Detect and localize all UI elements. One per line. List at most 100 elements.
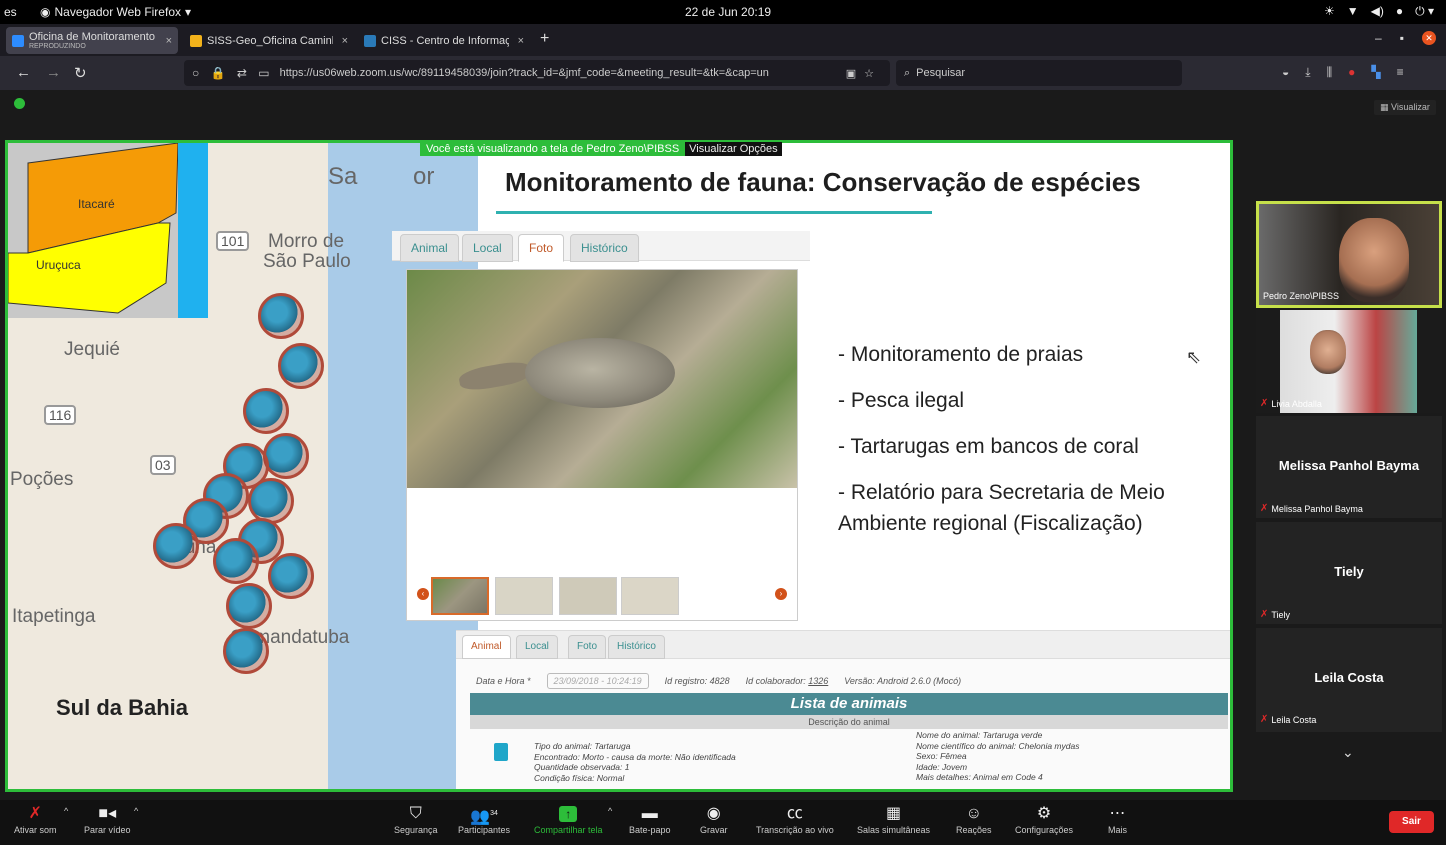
form-tab-foto[interactable]: Foto bbox=[568, 635, 607, 659]
forward-button[interactable]: → bbox=[46, 64, 61, 81]
reactions-button[interactable]: ☺ Reações bbox=[956, 803, 992, 835]
reader-bookmark-icons[interactable]: ▣☆ bbox=[846, 67, 890, 80]
record-button[interactable]: ◉ Gravar bbox=[700, 803, 728, 835]
breakout-rooms-button[interactable]: ▦ Salas simultâneas bbox=[857, 803, 930, 835]
more-button[interactable]: ⋯ Mais bbox=[1108, 803, 1127, 835]
chevron-up-icon[interactable]: ^ bbox=[608, 806, 612, 816]
map-pin-icon[interactable] bbox=[258, 293, 304, 339]
minimize-button[interactable]: – bbox=[1375, 31, 1382, 45]
tab-historico[interactable]: Histórico bbox=[570, 234, 639, 262]
view-options-button[interactable]: Visualizar Opções bbox=[685, 142, 782, 156]
close-icon[interactable]: × bbox=[518, 35, 524, 47]
tab-local[interactable]: Local bbox=[462, 234, 513, 262]
next-photo-button[interactable]: › bbox=[775, 588, 787, 600]
turtle-photo[interactable] bbox=[407, 270, 797, 488]
bullet-item: - Tartarugas em bancos de coral bbox=[838, 435, 1139, 458]
close-icon[interactable]: × bbox=[166, 35, 172, 47]
people-icon: 👥34 bbox=[470, 808, 498, 826]
tab-animal[interactable]: Animal bbox=[400, 234, 459, 262]
participant-tile[interactable]: Tiely ✗ Tiely bbox=[1256, 522, 1442, 624]
photo-thumbnail[interactable] bbox=[431, 577, 489, 615]
pocket-icon[interactable]: ◒ bbox=[1282, 65, 1289, 80]
road-shield-116: 116 bbox=[44, 405, 77, 425]
reload-button[interactable]: ↻ bbox=[74, 64, 87, 82]
road-shield-101: 101 bbox=[216, 231, 250, 251]
photo-thumbnail[interactable] bbox=[559, 577, 617, 615]
maximize-button[interactable]: ▪ bbox=[1400, 31, 1404, 45]
gear-icon: ⚙ bbox=[1036, 805, 1052, 822]
menu-icon[interactable]: ≡ bbox=[1397, 65, 1404, 80]
participant-tile[interactable]: ✗ Livia Abdalla bbox=[1256, 310, 1442, 413]
photo-card: ‹ › bbox=[406, 269, 798, 621]
map-pin-icon[interactable] bbox=[263, 433, 309, 479]
form-tab-local[interactable]: Local bbox=[516, 635, 558, 659]
tab-siss-geo[interactable]: SISS-Geo_Oficina Caminh × bbox=[184, 27, 354, 54]
language-indicator[interactable]: es bbox=[4, 5, 17, 19]
url-bar[interactable]: ○ 🔒 ⇄ ▭ https://us06web.zoom.us/wc/89119… bbox=[184, 60, 890, 86]
chat-button[interactable]: ▬ Bate-papo bbox=[629, 803, 671, 835]
form-tab-animal[interactable]: Animal bbox=[462, 635, 511, 659]
prev-photo-button[interactable]: ‹ bbox=[417, 588, 429, 600]
transcription-button[interactable]: ㏄ Transcrição ao vivo bbox=[756, 803, 834, 835]
clock[interactable]: 22 de Jun 20:19 bbox=[685, 5, 771, 19]
security-button[interactable]: ⛉ Segurança bbox=[394, 803, 438, 835]
chevron-up-icon[interactable]: ^ bbox=[64, 806, 68, 816]
participant-tile[interactable]: Leila Costa ✗ Leila Costa bbox=[1256, 628, 1442, 732]
map-pin-icon[interactable] bbox=[153, 523, 199, 569]
mute-button[interactable]: ✗ Ativar som bbox=[14, 803, 57, 835]
collaborator-label: Id colaborador: bbox=[745, 676, 806, 686]
chevron-up-icon[interactable]: ^ bbox=[134, 806, 138, 816]
map-pin-icon[interactable] bbox=[223, 628, 269, 674]
tab-title: Oficina de Monitoramento bbox=[29, 31, 155, 43]
photo-thumbnail[interactable] bbox=[621, 577, 679, 615]
tab-foto[interactable]: Foto bbox=[518, 234, 565, 262]
view-button[interactable]: ▦ Visualizar bbox=[1374, 100, 1436, 115]
map-pin-icon[interactable] bbox=[213, 538, 259, 584]
participant-tile[interactable]: Melissa Panhol Bayma ✗ Melissa Panhol Bay… bbox=[1256, 416, 1442, 518]
close-icon[interactable]: × bbox=[342, 35, 348, 47]
download-icon[interactable]: ⤓ bbox=[1305, 65, 1310, 80]
video-button[interactable]: ■◂ Parar vídeo bbox=[84, 803, 131, 835]
chevron-down-icon[interactable]: ⌄ bbox=[1342, 744, 1354, 761]
map-pin-icon[interactable] bbox=[248, 478, 294, 524]
extension-icon[interactable]: ▚ bbox=[1371, 65, 1380, 80]
search-input[interactable]: ⌕ Pesquisar bbox=[896, 60, 1182, 86]
leave-button[interactable]: Sair bbox=[1389, 811, 1434, 833]
library-icon[interactable]: ⫼ bbox=[1327, 65, 1333, 80]
region-label-urucuca: Uruçuca bbox=[36, 258, 81, 272]
zoom-favicon-icon bbox=[12, 34, 24, 47]
new-tab-button[interactable]: + bbox=[540, 30, 549, 48]
detail-line: Idade: Jovem bbox=[916, 761, 968, 772]
settings-button[interactable]: ⚙ Configurações bbox=[1015, 803, 1073, 835]
bullet-item: - Monitoramento de praias bbox=[838, 343, 1084, 366]
detail-line: Nome científico do animal: Chelonia myda… bbox=[916, 740, 1080, 751]
app-menu[interactable]: ◉ Navegador Web Firefox ▾ bbox=[40, 5, 191, 19]
search-placeholder: Pesquisar bbox=[916, 67, 966, 79]
map-pin-icon[interactable] bbox=[243, 388, 289, 434]
participants-button[interactable]: 👥34 Participantes bbox=[458, 803, 510, 835]
participant-tile[interactable]: Pedro Zeno\PIBSS bbox=[1256, 201, 1442, 308]
map-pin-icon[interactable] bbox=[278, 343, 324, 389]
map-pin-icon[interactable] bbox=[226, 583, 272, 629]
encryption-shield-icon[interactable] bbox=[14, 98, 25, 109]
date-field[interactable]: 23/09/2018 - 10:24:19 bbox=[546, 673, 649, 689]
tab-ciss[interactable]: CISS - Centro de Informaç × bbox=[358, 27, 530, 54]
system-tray[interactable]: ☀ ▼ ◀) ● ⏻ ▾ bbox=[1324, 4, 1434, 19]
tab-oficina[interactable]: Oficina de Monitoramento REPRODUZINDO × bbox=[6, 27, 178, 54]
map-pin-icon[interactable] bbox=[268, 553, 314, 599]
ublock-icon[interactable]: ● bbox=[1348, 65, 1355, 80]
participants-label: Participantes bbox=[458, 825, 511, 835]
window-close-button[interactable]: ✕ bbox=[1422, 31, 1436, 45]
detail-line: Encontrado: Morto - causa da morte: Não … bbox=[534, 751, 736, 762]
url-text[interactable]: https://us06web.zoom.us/wc/89119458039/j… bbox=[280, 67, 840, 79]
photo-thumbnail[interactable] bbox=[495, 577, 553, 615]
wifi-icon: ▼ bbox=[1346, 4, 1359, 18]
turtle-head-shape bbox=[457, 358, 533, 394]
collaborator-link[interactable]: 1326 bbox=[808, 676, 828, 686]
search-icon: ⌕ bbox=[904, 66, 911, 79]
shared-screen[interactable]: Itacaré Uruçuca Jequié Poções Itapetinga… bbox=[5, 140, 1233, 792]
site-info-icons[interactable]: ○ 🔒 ⇄ ▭ bbox=[184, 66, 280, 80]
back-button[interactable]: ← bbox=[16, 64, 31, 81]
form-tab-historico[interactable]: Histórico bbox=[608, 635, 665, 659]
share-screen-button[interactable]: ↑ Compartilhar tela bbox=[534, 803, 603, 835]
